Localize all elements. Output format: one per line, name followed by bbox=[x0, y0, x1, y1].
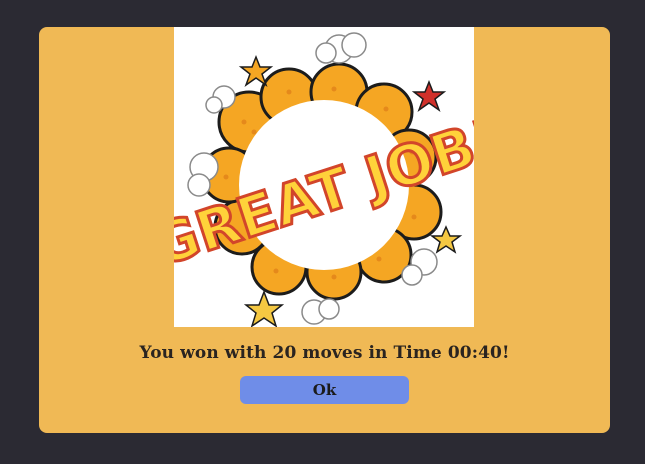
great-job-illustration: GREAT JOB! bbox=[174, 27, 474, 327]
comic-explosion-icon: GREAT JOB! bbox=[174, 32, 474, 327]
win-dialog: GREAT JOB! You won with 20 moves in Time… bbox=[39, 27, 610, 433]
ok-button[interactable]: Ok bbox=[240, 376, 409, 404]
win-message: You won with 20 moves in Time 00:40! bbox=[139, 343, 510, 363]
